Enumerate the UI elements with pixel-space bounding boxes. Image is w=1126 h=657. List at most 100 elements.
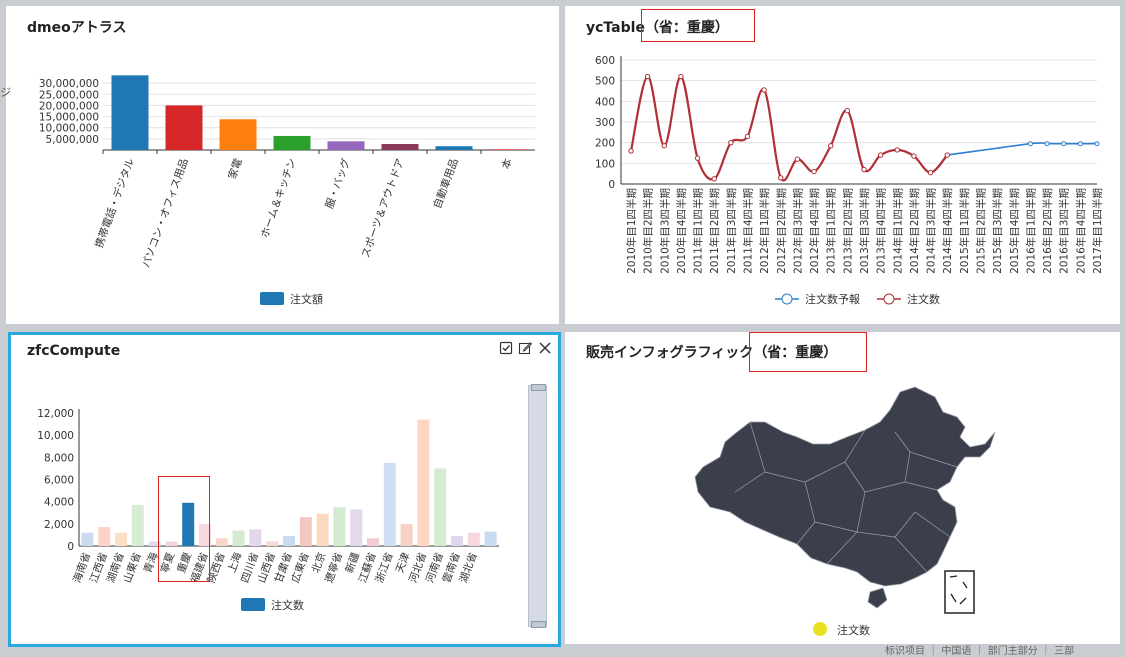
data-point-orders[interactable] [628, 148, 634, 154]
data-point-orders[interactable] [661, 143, 667, 149]
data-point-orders[interactable] [811, 168, 817, 175]
left-edge-glyph: ジ [0, 86, 11, 99]
x-tick-label: 2010年目4四半期 [675, 188, 688, 274]
data-point-forecast[interactable] [1077, 141, 1083, 147]
data-point-orders[interactable] [744, 133, 751, 140]
china-map[interactable] [565, 332, 1120, 644]
data-point-forecast[interactable] [1094, 141, 1100, 147]
x-tick-label: 2015年目2四半期 [975, 188, 988, 274]
data-point-orders[interactable] [927, 169, 934, 176]
y-tick-label: 6,000 [44, 475, 74, 487]
data-point-orders[interactable] [711, 176, 717, 182]
x-tick-label: 2013年目1四半期 [825, 188, 838, 274]
legend-swatch[interactable] [260, 292, 284, 305]
data-point-orders[interactable] [911, 153, 917, 159]
bar[interactable] [367, 538, 379, 546]
y-tick-label: 30,000,000 [39, 78, 99, 90]
bar[interactable] [283, 536, 295, 546]
legend-marker[interactable] [883, 293, 895, 305]
data-point-orders[interactable] [694, 155, 701, 161]
y-tick-label: 0 [67, 541, 74, 553]
bar[interactable] [435, 146, 473, 150]
legend-label[interactable]: 注文数予報 [805, 292, 860, 306]
data-point-forecast[interactable] [1044, 141, 1050, 147]
x-tick-label: 本 [499, 156, 515, 171]
x-tick-label: 2013年目2四半期 [841, 188, 854, 274]
bar[interactable] [215, 538, 228, 546]
bar[interactable] [350, 509, 363, 546]
series-line-orders[interactable] [629, 75, 949, 182]
x-tick-label: 2011年目4四半期 [742, 188, 755, 274]
bar[interactable] [266, 541, 279, 546]
bar[interactable] [115, 532, 127, 546]
bar[interactable] [381, 143, 419, 150]
x-tick-label: 北京 [309, 551, 328, 575]
bar[interactable] [316, 513, 329, 546]
x-tick-label: 2014年目4四半期 [941, 188, 954, 274]
china-map-shape[interactable] [694, 386, 996, 609]
data-point-orders[interactable] [944, 152, 950, 158]
panel-top-left: dmeoアトラス 5,000,000 10,000,000 15,000,000 20… [6, 6, 559, 324]
x-tick-label: 2014年目1四半期 [891, 188, 904, 274]
data-point-orders[interactable] [877, 152, 884, 158]
series-line-forecast[interactable] [947, 142, 1097, 156]
panel-bottom-left[interactable]: zfcCompute 0 2,000 4,000 6,000 8,000 10,000 12… [8, 332, 561, 647]
y-tick-label: 100 [595, 158, 615, 170]
bar[interactable] [273, 135, 311, 150]
legend-label[interactable]: 注文数 [271, 598, 304, 612]
legend-label[interactable]: 注文額 [290, 292, 323, 306]
x-tick-label: 2015年目3四半期 [991, 188, 1004, 274]
legend-marker[interactable] [781, 293, 793, 305]
data-point-orders[interactable] [794, 156, 801, 162]
bar[interactable] [165, 105, 203, 150]
bar[interactable] [232, 530, 245, 546]
bar[interactable] [131, 504, 144, 546]
x-tick-label: 2012年目1四半期 [758, 188, 771, 274]
x-tick-label: 2012年目2四半期 [775, 188, 788, 274]
y-tick-label: 300 [595, 117, 615, 129]
x-tick-label: 2016年目3四半期 [1058, 188, 1071, 274]
map-legend-marker [813, 622, 827, 636]
data-point-orders[interactable] [828, 143, 834, 149]
y-tick-label: 2,000 [44, 519, 74, 531]
legend-swatch[interactable] [241, 598, 265, 611]
x-tick-label: 2011年目2四半期 [708, 188, 721, 274]
bar[interactable] [219, 119, 257, 150]
bar[interactable] [451, 536, 463, 546]
x-tick-label: 2015年目1四半期 [958, 188, 971, 274]
bar[interactable] [299, 517, 312, 546]
data-point-forecast[interactable] [1027, 141, 1033, 147]
data-point-forecast[interactable] [1061, 141, 1067, 147]
data-point-orders[interactable] [644, 73, 651, 80]
bar[interactable] [417, 419, 430, 546]
zoom-slider-bottom-handle[interactable] [531, 621, 546, 628]
panel-top-right: ycTable（省：重慶） 0 100 200 300 400 500 600 2010年目1… [565, 6, 1120, 324]
data-point-orders[interactable] [894, 147, 900, 153]
bar-chart-province-orders: 02,0004,0006,0008,00010,00012,000海南省江西省湖… [37, 408, 499, 612]
legend-label[interactable]: 注文数 [907, 292, 940, 306]
data-point-orders[interactable] [778, 175, 784, 181]
zoom-slider[interactable] [528, 384, 547, 628]
data-point-orders[interactable] [844, 107, 851, 114]
y-tick-label: 500 [595, 76, 615, 88]
zoom-slider-top-handle[interactable] [531, 384, 546, 391]
bar[interactable] [111, 75, 149, 150]
bar[interactable] [383, 462, 396, 546]
y-tick-label: 400 [595, 96, 615, 108]
bar[interactable] [467, 532, 480, 546]
bar[interactable] [249, 529, 262, 546]
bar[interactable] [327, 141, 365, 150]
bar[interactable] [333, 507, 346, 546]
data-point-orders[interactable] [761, 87, 767, 93]
bar[interactable] [81, 532, 94, 546]
data-point-orders[interactable] [861, 166, 867, 173]
data-point-orders[interactable] [728, 139, 734, 146]
bar[interactable] [98, 527, 111, 546]
bar[interactable] [489, 149, 527, 150]
data-point-orders[interactable] [678, 73, 684, 80]
bar[interactable] [484, 531, 497, 546]
x-tick-label: 携帯電話・デジタル [92, 157, 136, 250]
bar[interactable] [400, 523, 413, 546]
bar[interactable] [434, 468, 447, 546]
bottom-edge-text: 标识项目 ｜ 中国语 ｜ 部门主部分 ｜ 三部 [885, 646, 1075, 657]
